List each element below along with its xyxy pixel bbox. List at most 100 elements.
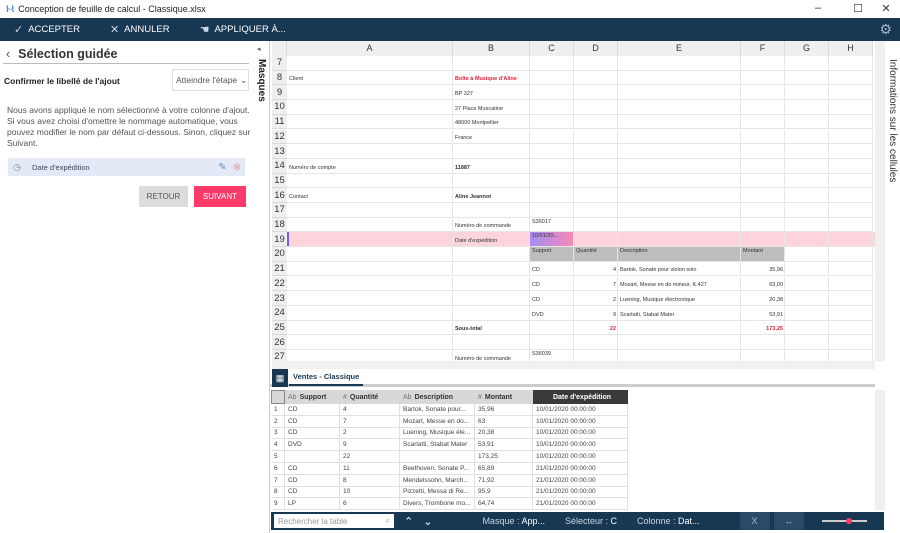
row-header[interactable]: 8: [272, 70, 287, 86]
table-cell[interactable]: LP: [285, 498, 340, 511]
cell-F15[interactable]: [741, 173, 785, 189]
table-cell[interactable]: 10: [340, 486, 400, 499]
cell-B19[interactable]: Date d'expédition: [453, 232, 530, 248]
row-header[interactable]: 18: [272, 217, 287, 233]
column-name-field[interactable]: ◷ Date d'expédition ✎ ⊗: [8, 158, 245, 176]
cell-D11[interactable]: [574, 114, 618, 130]
tab-ventes-classique[interactable]: Ventes - Classique: [289, 369, 364, 386]
table-row-number[interactable]: 5: [271, 451, 285, 463]
table-row-number[interactable]: 4: [271, 439, 285, 452]
table-cell[interactable]: 21/01/2020 00:00:00: [533, 463, 628, 475]
cell-F22[interactable]: 63,00: [741, 276, 785, 292]
cell-F16[interactable]: [741, 188, 785, 203]
cell-B12[interactable]: France: [453, 129, 530, 145]
table-cell[interactable]: 10/01/2020 00:00:00: [533, 439, 628, 452]
cell-D26[interactable]: [574, 335, 618, 350]
cell-A18[interactable]: [287, 217, 453, 233]
table-row-number[interactable]: 8: [271, 486, 285, 499]
cell-G24[interactable]: [785, 305, 829, 321]
table-cell[interactable]: Scarlatti, Stabat Mater: [400, 439, 475, 452]
table-cell[interactable]: Mendelssohn, March...: [400, 474, 475, 487]
excel-icon[interactable]: X: [739, 512, 770, 530]
cell-D22[interactable]: 7: [574, 276, 618, 292]
column-header-H[interactable]: H: [829, 41, 873, 56]
table-cell[interactable]: 35,96: [475, 404, 533, 416]
cell-H10[interactable]: [829, 100, 873, 115]
row-header[interactable]: 26: [272, 335, 287, 350]
cell-H15[interactable]: [829, 173, 873, 189]
cell-D9[interactable]: [574, 85, 618, 101]
column-header-E[interactable]: E: [618, 41, 741, 56]
row-header[interactable]: 25: [272, 320, 287, 336]
row-header[interactable]: 12: [272, 129, 287, 145]
table-cell[interactable]: 11: [340, 463, 400, 475]
cell-F7[interactable]: [741, 56, 785, 71]
column-header-A[interactable]: A: [287, 41, 453, 56]
table-header-2[interactable]: Ab Description: [400, 390, 475, 404]
table-cell[interactable]: 21/01/2020 00:00:00: [533, 498, 628, 511]
column-header-B[interactable]: B: [453, 41, 530, 56]
cell-H25[interactable]: [829, 320, 873, 336]
cell-H17[interactable]: [829, 203, 873, 218]
table-cell[interactable]: Mozart, Messe en do...: [400, 415, 475, 428]
row-header[interactable]: 14: [272, 158, 287, 174]
table-row-number[interactable]: 9: [271, 498, 285, 511]
table-vertical-scrollbar[interactable]: [875, 390, 885, 510]
cell-G15[interactable]: [785, 173, 829, 189]
table-cell[interactable]: 20,38: [475, 427, 533, 440]
cell-E22[interactable]: Mozart, Messe en do mineur, K.427: [618, 276, 741, 292]
cell-C11[interactable]: [530, 114, 574, 130]
table-cell[interactable]: CD: [285, 404, 340, 416]
cell-A15[interactable]: [287, 173, 453, 189]
cell-A22[interactable]: [287, 276, 453, 292]
cell-B7[interactable]: [453, 56, 530, 71]
table-row-number[interactable]: 7: [271, 474, 285, 487]
cell-C9[interactable]: [530, 85, 574, 101]
row-header[interactable]: 19: [272, 232, 287, 248]
cell-B10[interactable]: 27 Place Muscatine: [453, 100, 530, 115]
column-header-G[interactable]: G: [785, 41, 829, 56]
cell-B15[interactable]: [453, 173, 530, 189]
spreadsheet-grid[interactable]: A B C D E F G H 7 8 Client Boîte à Musique d'Aline 9…: [272, 41, 875, 367]
row-header[interactable]: 16: [272, 188, 287, 203]
cell-G11[interactable]: [785, 114, 829, 130]
cell-G16[interactable]: [785, 188, 829, 203]
cell-H9[interactable]: [829, 85, 873, 101]
cell-A25[interactable]: [287, 320, 453, 336]
cell-A23[interactable]: [287, 291, 453, 306]
cell-G18[interactable]: [785, 217, 829, 233]
table-cell[interactable]: 71,92: [475, 474, 533, 487]
table-cell[interactable]: CD: [285, 463, 340, 475]
table-cell[interactable]: Beethoven, Sonate P...: [400, 463, 475, 475]
cell-C10[interactable]: [530, 100, 574, 115]
table-cell[interactable]: Bartok, Sonate pour...: [400, 404, 475, 416]
table-row-number[interactable]: 1: [271, 404, 285, 416]
cell-D7[interactable]: [574, 56, 618, 71]
cell-D21[interactable]: 4: [574, 261, 618, 277]
cell-B22[interactable]: [453, 276, 530, 292]
apply-to-button[interactable]: ☚ APPLIQUER À...: [200, 23, 286, 36]
cell-E19[interactable]: [618, 232, 741, 248]
cell-B8[interactable]: Boîte à Musique d'Aline: [453, 70, 530, 86]
cell-A10[interactable]: [287, 100, 453, 115]
back-icon[interactable]: ‹: [6, 47, 10, 61]
cell-F18[interactable]: [741, 217, 785, 233]
cell-H26[interactable]: [829, 335, 873, 350]
cell-G13[interactable]: [785, 144, 829, 159]
table-cell[interactable]: 63: [475, 415, 533, 428]
cell-B21[interactable]: [453, 261, 530, 277]
zoom-slider-handle[interactable]: [846, 518, 853, 524]
table-cell[interactable]: 53,91: [475, 439, 533, 452]
table-row-number[interactable]: 2: [271, 415, 285, 428]
cancel-button[interactable]: ✕ ANNULER: [110, 23, 170, 36]
cell-C15[interactable]: [530, 173, 574, 189]
table-cell[interactable]: 10/01/2020 00:00:00: [533, 427, 628, 440]
cell-E20[interactable]: Description: [618, 247, 741, 262]
cell-F12[interactable]: [741, 129, 785, 145]
table-cell[interactable]: 22: [340, 451, 400, 463]
table-cell[interactable]: Pizzetti, Messa di Re...: [400, 486, 475, 499]
cell-C16[interactable]: [530, 188, 574, 203]
table-header-4[interactable]: Date d'expédition: [533, 390, 628, 404]
cell-B20[interactable]: [453, 247, 530, 262]
cell-G21[interactable]: [785, 261, 829, 277]
